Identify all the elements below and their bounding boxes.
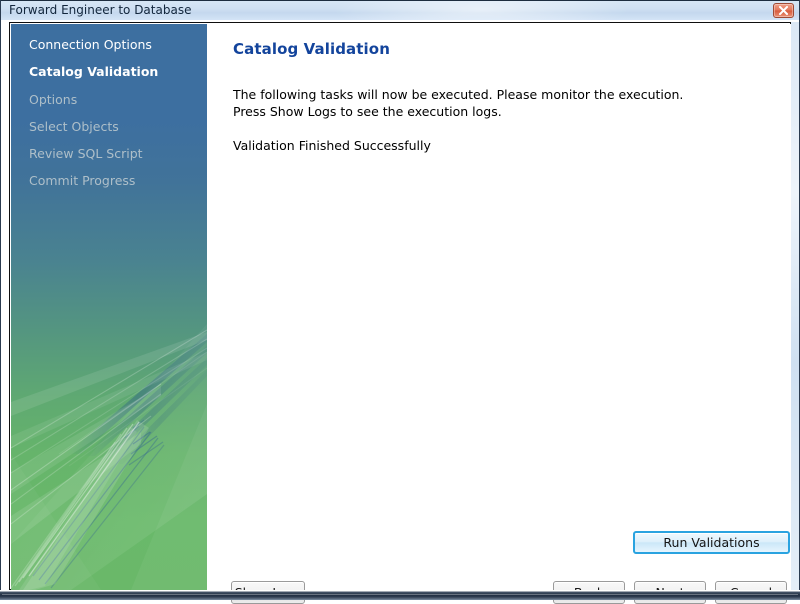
- sidebar-item-options[interactable]: Options: [29, 93, 77, 107]
- sidebar-item-review-sql-script[interactable]: Review SQL Script: [29, 147, 143, 161]
- instructions-text: The following tasks will now be executed…: [233, 87, 684, 119]
- main-panel: Catalog Validation The following tasks w…: [207, 24, 791, 604]
- sidebar-item-catalog-validation[interactable]: Catalog Validation: [29, 65, 158, 79]
- window-bottom-highlight: [2, 594, 798, 595]
- sidebar-item-commit-progress[interactable]: Commit Progress: [29, 174, 135, 188]
- dialog-content: Connection Options Catalog Validation Op…: [9, 22, 791, 604]
- window-right-edge: [791, 22, 799, 590]
- window-bottom-border: [0, 590, 800, 600]
- run-validations-button[interactable]: Run Validations: [633, 531, 790, 554]
- close-button[interactable]: [773, 3, 794, 18]
- wizard-step-sidebar: Connection Options Catalog Validation Op…: [11, 24, 207, 590]
- dialog-window: Forward Engineer to Database Connection …: [0, 0, 800, 604]
- window-title: Forward Engineer to Database: [9, 3, 192, 17]
- sidebar-swoosh-decoration: [11, 324, 207, 590]
- page-title: Catalog Validation: [233, 40, 390, 58]
- sidebar-item-select-objects[interactable]: Select Objects: [29, 120, 119, 134]
- window-left-border: [0, 0, 1, 600]
- validation-status-text: Validation Finished Successfully: [233, 138, 431, 153]
- title-bar-highlight: [331, 1, 631, 20]
- title-bar[interactable]: Forward Engineer to Database: [1, 1, 799, 20]
- sidebar-item-connection-options[interactable]: Connection Options: [29, 38, 152, 52]
- close-icon: [779, 6, 788, 15]
